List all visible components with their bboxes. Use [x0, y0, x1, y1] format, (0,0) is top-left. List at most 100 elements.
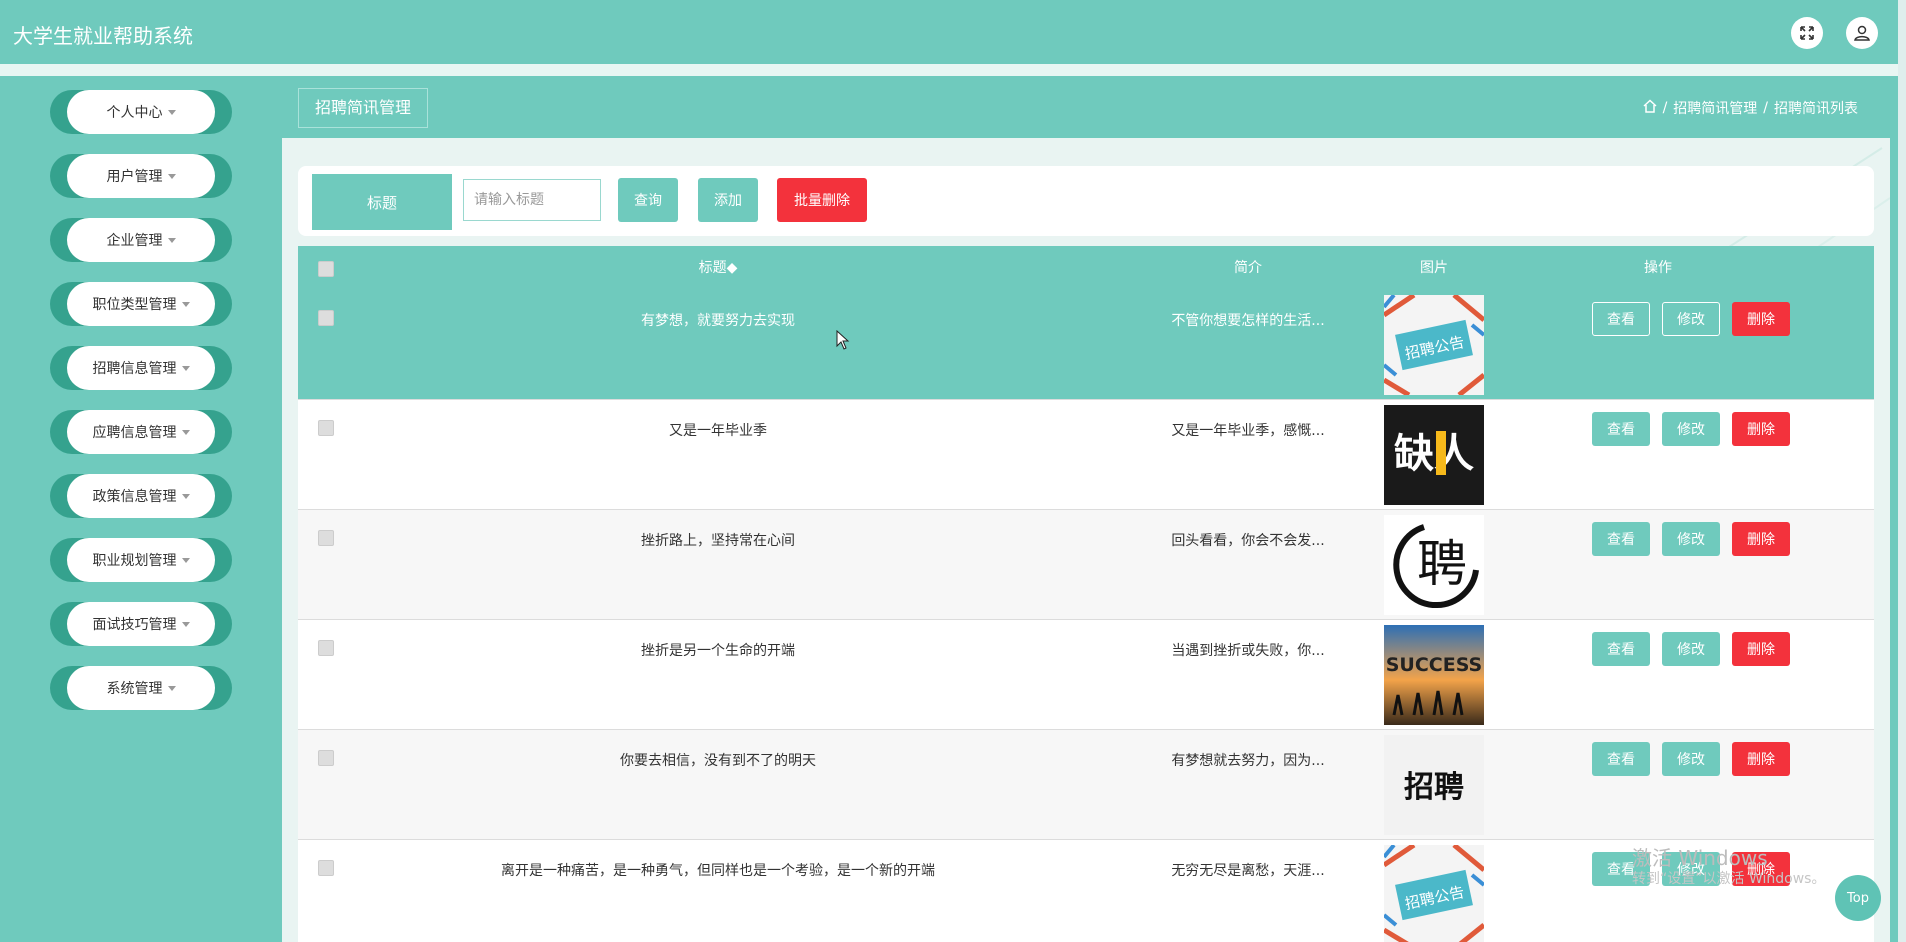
edit-button[interactable]: 修改 [1662, 302, 1720, 336]
chevron-down-icon [181, 621, 190, 627]
batch-delete-button[interactable]: 批量删除 [777, 178, 867, 222]
view-button[interactable]: 查看 [1592, 632, 1650, 666]
sidebar-item-applications[interactable]: 应聘信息管理 [50, 410, 232, 454]
row-checkbox[interactable] [318, 860, 334, 876]
sidebar-item-label: 系统管理 [106, 681, 163, 697]
sidebar-item-job-types[interactable]: 职位类型管理 [50, 282, 232, 326]
row-title: 你要去相信，没有到不了的明天 [620, 753, 816, 769]
top-header: 大学生就业帮助系统 [0, 0, 1898, 76]
sidebar-item-label: 招聘信息管理 [92, 361, 177, 377]
sidebar-item-label: 职业规划管理 [92, 553, 177, 569]
sidebar-item-label: 个人中心 [106, 105, 163, 121]
view-button[interactable]: 查看 [1592, 412, 1650, 446]
chevron-down-icon [181, 301, 190, 307]
row-image: 招聘公告 [1384, 845, 1484, 942]
back-to-top-button[interactable]: Top [1835, 875, 1881, 921]
row-image-text: 缺人 [1394, 431, 1474, 477]
window-edge [1898, 0, 1906, 942]
home-icon[interactable] [1643, 99, 1657, 117]
main-content: 招聘简讯管理 / 招聘简讯管理 / 招聘简讯列表 标题 查询 添加 批量删除 标… [282, 76, 1890, 942]
fullscreen-icon[interactable] [1791, 17, 1823, 49]
page-header: 招聘简讯管理 / 招聘简讯管理 / 招聘简讯列表 [282, 76, 1890, 138]
row-image-text: 聘 [1417, 535, 1467, 593]
row-summary: 回头看看，你会不会发... [1171, 533, 1325, 549]
sidebar-item-label: 职位类型管理 [92, 297, 177, 313]
activation-watermark-sub: 转到“设置”以激活 Windows。 [1632, 871, 1826, 887]
row-image: 缺人 [1384, 405, 1484, 505]
view-button[interactable]: 查看 [1592, 302, 1650, 336]
chevron-down-icon [181, 557, 190, 563]
chevron-down-icon [167, 237, 176, 243]
row-title: 离开是一种痛苦，是一种勇气，但同样也是一个考验，是一个新的开端 [501, 863, 935, 879]
row-summary: 不管你想要怎样的生活... [1171, 313, 1325, 329]
sidebar-item-recruitment[interactable]: 招聘信息管理 [50, 346, 232, 390]
chevron-down-icon [167, 173, 176, 179]
breadcrumb-separator: / [1662, 100, 1668, 116]
edit-button[interactable]: 修改 [1662, 742, 1720, 776]
user-icon[interactable] [1846, 17, 1878, 49]
column-actions: 操作 [1644, 260, 1672, 276]
sidebar-item-personal-center[interactable]: 个人中心 [50, 90, 232, 134]
row-image: 聘 [1384, 515, 1484, 615]
sidebar-item-policies[interactable]: 政策信息管理 [50, 474, 232, 518]
row-checkbox[interactable] [318, 640, 334, 656]
select-all-checkbox[interactable] [318, 261, 334, 277]
search-bar: 标题 查询 添加 批量删除 [298, 166, 1874, 236]
row-summary: 有梦想就去努力，因为... [1171, 753, 1325, 769]
row-checkbox[interactable] [318, 530, 334, 546]
sidebar-item-label: 企业管理 [106, 233, 163, 249]
chevron-down-icon [167, 109, 176, 115]
title-search-input[interactable] [463, 179, 601, 221]
table-row[interactable]: 挫折是另一个生命的开端 当遇到挫折或失败，你... SUCCESS 查看 修改 … [298, 620, 1874, 730]
table-row[interactable]: 你要去相信，没有到不了的明天 有梦想就去努力，因为... 招聘 查看 修改 删除 [298, 730, 1874, 840]
column-image: 图片 [1420, 260, 1448, 276]
sidebar-item-users[interactable]: 用户管理 [50, 154, 232, 198]
chevron-down-icon [181, 429, 190, 435]
edit-button[interactable]: 修改 [1662, 412, 1720, 446]
row-title: 挫折路上，坚持常在心间 [641, 533, 795, 549]
mouse-cursor [836, 330, 850, 350]
view-button[interactable]: 查看 [1592, 742, 1650, 776]
sidebar-item-label: 面试技巧管理 [92, 617, 177, 633]
news-table: 标题◆ 简介 图片 操作 有梦想，就要努力去实现 不管你想要怎样的生活... 招… [298, 246, 1874, 942]
column-summary: 简介 [1234, 260, 1262, 276]
row-image-text: SUCCESS [1386, 654, 1483, 676]
sidebar-item-system[interactable]: 系统管理 [50, 666, 232, 710]
row-summary: 无穷无尽是离愁，天涯... [1171, 863, 1325, 879]
app-title: 大学生就业帮助系统 [13, 24, 193, 48]
row-title: 又是一年毕业季 [669, 423, 767, 439]
delete-button[interactable]: 删除 [1732, 302, 1790, 336]
page-title: 招聘简讯管理 [298, 88, 429, 128]
search-field-label: 标题 [312, 174, 452, 230]
table-row[interactable]: 又是一年毕业季 又是一年毕业季，感慨... 缺人 查看 修改 删除 [298, 400, 1874, 510]
delete-button[interactable]: 删除 [1732, 632, 1790, 666]
query-button[interactable]: 查询 [618, 178, 678, 222]
breadcrumb-item-section[interactable]: 招聘简讯管理 [1673, 98, 1757, 118]
edit-button[interactable]: 修改 [1662, 632, 1720, 666]
column-title[interactable]: 标题◆ [638, 246, 798, 290]
edit-button[interactable]: 修改 [1662, 522, 1720, 556]
row-title: 有梦想，就要努力去实现 [641, 313, 795, 329]
table-row[interactable]: 挫折路上，坚持常在心间 回头看看，你会不会发... 聘 查看 修改 删除 [298, 510, 1874, 620]
row-checkbox[interactable] [318, 750, 334, 766]
table-row[interactable]: 有梦想，就要努力去实现 不管你想要怎样的生活... 招聘公告 查看 修改 删除 [298, 290, 1874, 400]
breadcrumb-item-current: 招聘简讯列表 [1774, 101, 1858, 117]
delete-button[interactable]: 删除 [1732, 742, 1790, 776]
row-checkbox[interactable] [318, 310, 334, 326]
delete-button[interactable]: 删除 [1732, 522, 1790, 556]
sidebar-item-companies[interactable]: 企业管理 [50, 218, 232, 262]
chevron-down-icon [167, 685, 176, 691]
table-header: 标题◆ 简介 图片 操作 [298, 246, 1874, 290]
delete-button[interactable]: 删除 [1732, 412, 1790, 446]
add-button[interactable]: 添加 [698, 178, 758, 222]
sidebar-item-interview-tips[interactable]: 面试技巧管理 [50, 602, 232, 646]
breadcrumb: / 招聘简讯管理 / 招聘简讯列表 [1643, 98, 1858, 118]
row-image-text: 招聘 [1404, 770, 1464, 805]
chevron-down-icon [181, 365, 190, 371]
header-divider [0, 64, 1898, 76]
row-checkbox[interactable] [318, 420, 334, 436]
view-button[interactable]: 查看 [1592, 522, 1650, 556]
sidebar-item-career-planning[interactable]: 职业规划管理 [50, 538, 232, 582]
row-summary: 当遇到挫折或失败，你... [1171, 643, 1325, 659]
row-image: 招聘公告 [1384, 295, 1484, 395]
